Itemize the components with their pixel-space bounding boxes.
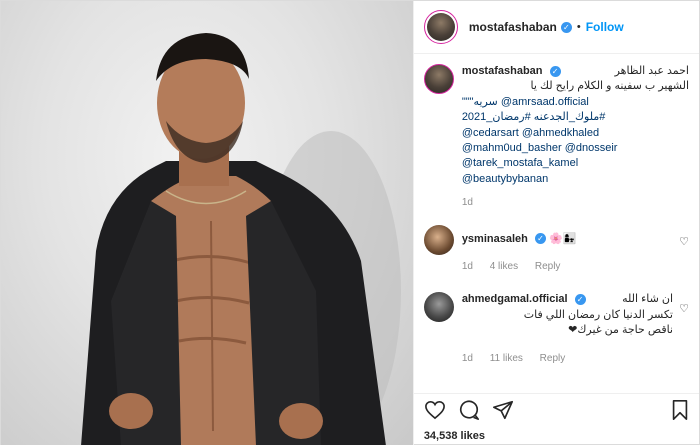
comment-icon-svg	[459, 399, 479, 420]
comment-meta: 1d 11 likes Reply	[462, 351, 689, 366]
bookmark-icon-svg	[672, 399, 688, 420]
caption-tag[interactable]: @beautybybanan	[462, 172, 689, 187]
comment-username[interactable]: ahmedgamal.official	[462, 293, 568, 305]
comment-icon[interactable]	[458, 399, 480, 424]
post-header: mostafashaban ✓ • Follow	[413, 1, 699, 54]
follow-button[interactable]: Follow	[586, 20, 624, 34]
comment-age[interactable]: 1d	[462, 353, 473, 364]
share-icon-svg	[492, 400, 513, 419]
comment-reply-button[interactable]: Reply	[540, 353, 566, 364]
caption-age[interactable]: 1d	[462, 197, 473, 208]
caption-line-4[interactable]: ملوك_الجدعنه #رمضان_2021#	[462, 110, 689, 125]
share-icon[interactable]	[492, 399, 514, 424]
caption-body: mostafashaban ✓ احمد عبد الظاهر الشهير ب…	[462, 64, 689, 211]
comment-body: ahmedgamal.official ✓ ان شاء الله تكسر ا…	[462, 292, 689, 366]
comment-item: ahmedgamal.official ✓ ان شاء الله تكسر ا…	[423, 292, 689, 366]
comment-username[interactable]: ysminasaleh	[462, 233, 528, 245]
comment-item: ysminasaleh ✓ 🌸👩‍👧 1d 4 likes Reply ♡	[423, 224, 689, 275]
comment-likes[interactable]: 4 likes	[490, 261, 518, 272]
caption-avatar[interactable]	[423, 64, 454, 94]
author-avatar-image	[426, 13, 455, 41]
comment-reply-button[interactable]: Reply	[535, 261, 561, 272]
verified-icon: ✓	[549, 65, 561, 77]
post-sidebar: mostafashaban ✓ • Follow mostafashaban ✓…	[412, 1, 699, 445]
post-photo[interactable]	[1, 1, 413, 445]
comment-avatar[interactable]	[423, 224, 454, 255]
caption-line-1: احمد عبد الظاهر	[614, 65, 689, 77]
comment-like-icon[interactable]: ♡	[679, 235, 689, 248]
verified-icon: ✓	[574, 294, 586, 306]
comment-text: 🌸👩‍👧	[548, 232, 577, 245]
post-actions	[424, 399, 689, 423]
caption-line-2: الشهير ب سفينه و الكلام رايح لك يا	[530, 80, 689, 93]
author-avatar[interactable]	[423, 10, 458, 44]
caption-tag[interactable]: @mahm0ud_basher @dnosseir	[462, 141, 689, 156]
heart-icon[interactable]	[424, 400, 446, 423]
verified-icon: ✓	[560, 21, 572, 33]
instagram-post: mostafashaban ✓ • Follow mostafashaban ✓…	[0, 0, 700, 445]
caption-meta: 1d	[462, 195, 689, 210]
actions-divider	[413, 393, 699, 394]
comment-age[interactable]: 1d	[462, 261, 473, 272]
verified-icon: ✓	[534, 233, 546, 245]
author-username[interactable]: mostafashaban	[469, 20, 557, 34]
header-separator: •	[576, 21, 581, 33]
comment-likes[interactable]: 11 likes	[490, 353, 523, 364]
likes-count[interactable]: 34,538 likes	[424, 430, 485, 442]
comment-meta: 1d 4 likes Reply	[462, 259, 689, 274]
caption: mostafashaban ✓ احمد عبد الظاهر الشهير ب…	[423, 64, 689, 211]
comment-like-icon[interactable]: ♡	[679, 302, 689, 315]
comment-text-line-3: ناقص حاجة من غيرك❤	[568, 324, 673, 337]
comment-avatar[interactable]	[423, 292, 454, 323]
post-photo-illustration	[81, 33, 401, 445]
caption-username[interactable]: mostafashaban	[462, 65, 543, 77]
comment-body: ysminasaleh ✓ 🌸👩‍👧 1d 4 likes Reply	[462, 225, 689, 275]
caption-line-3[interactable]: """سريه @amrsaad.official	[462, 95, 689, 110]
bookmark-icon[interactable]	[671, 399, 689, 424]
caption-tag[interactable]: @cedarsart @ahmedkhaled	[462, 126, 689, 141]
comments-list: mostafashaban ✓ احمد عبد الظاهر الشهير ب…	[423, 64, 689, 366]
heart-icon-svg	[424, 400, 445, 419]
comment-text-line-2: تكسر الدنيا كان رمضان اللي فات	[523, 308, 673, 321]
caption-tag[interactable]: @tarek_mostafa_kamel	[462, 156, 689, 171]
